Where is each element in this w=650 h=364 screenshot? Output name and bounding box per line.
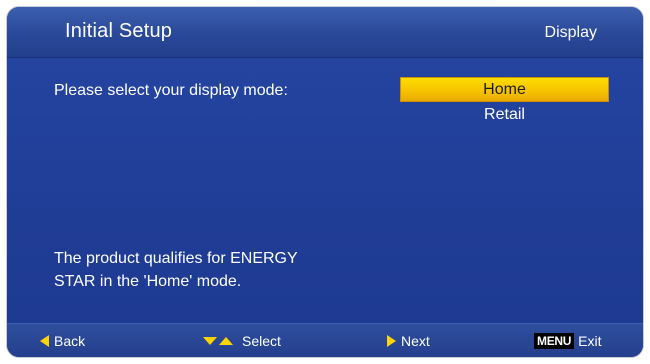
option-retail[interactable]: Retail <box>400 102 609 127</box>
triangle-right-icon <box>387 335 401 347</box>
display-mode-prompt: Please select your display mode: <box>54 82 288 99</box>
triangle-down-up-icon <box>203 336 242 346</box>
option-home[interactable]: Home <box>400 77 609 102</box>
select-label: Select <box>242 333 281 349</box>
page-title: Initial Setup <box>65 20 173 42</box>
exit-button[interactable]: MENU Exit <box>534 333 601 349</box>
energy-star-note: The product qualifies for ENERGY STAR in… <box>54 247 394 293</box>
section-label: Display <box>544 24 597 41</box>
menu-key-badge: MENU <box>534 333 575 349</box>
next-button[interactable]: Next <box>387 333 430 349</box>
header-bar: Initial Setup Display <box>7 7 643 58</box>
triangle-left-icon <box>40 335 54 347</box>
main-panel: Please select your display mode: Home Re… <box>7 58 643 323</box>
note-line-2: STAR in the 'Home' mode. <box>54 273 242 290</box>
note-line-1: The product qualifies for ENERGY <box>54 250 298 267</box>
exit-label: Exit <box>578 333 602 349</box>
next-label: Next <box>401 333 430 349</box>
display-mode-list: Home Retail <box>400 77 609 127</box>
setup-window: Initial Setup Display Please select your… <box>7 7 643 357</box>
back-button[interactable]: Back <box>40 333 85 349</box>
footer-bar: Back Select Next MENU Exit <box>7 323 643 357</box>
back-label: Back <box>54 333 86 349</box>
select-button[interactable]: Select <box>203 333 281 349</box>
